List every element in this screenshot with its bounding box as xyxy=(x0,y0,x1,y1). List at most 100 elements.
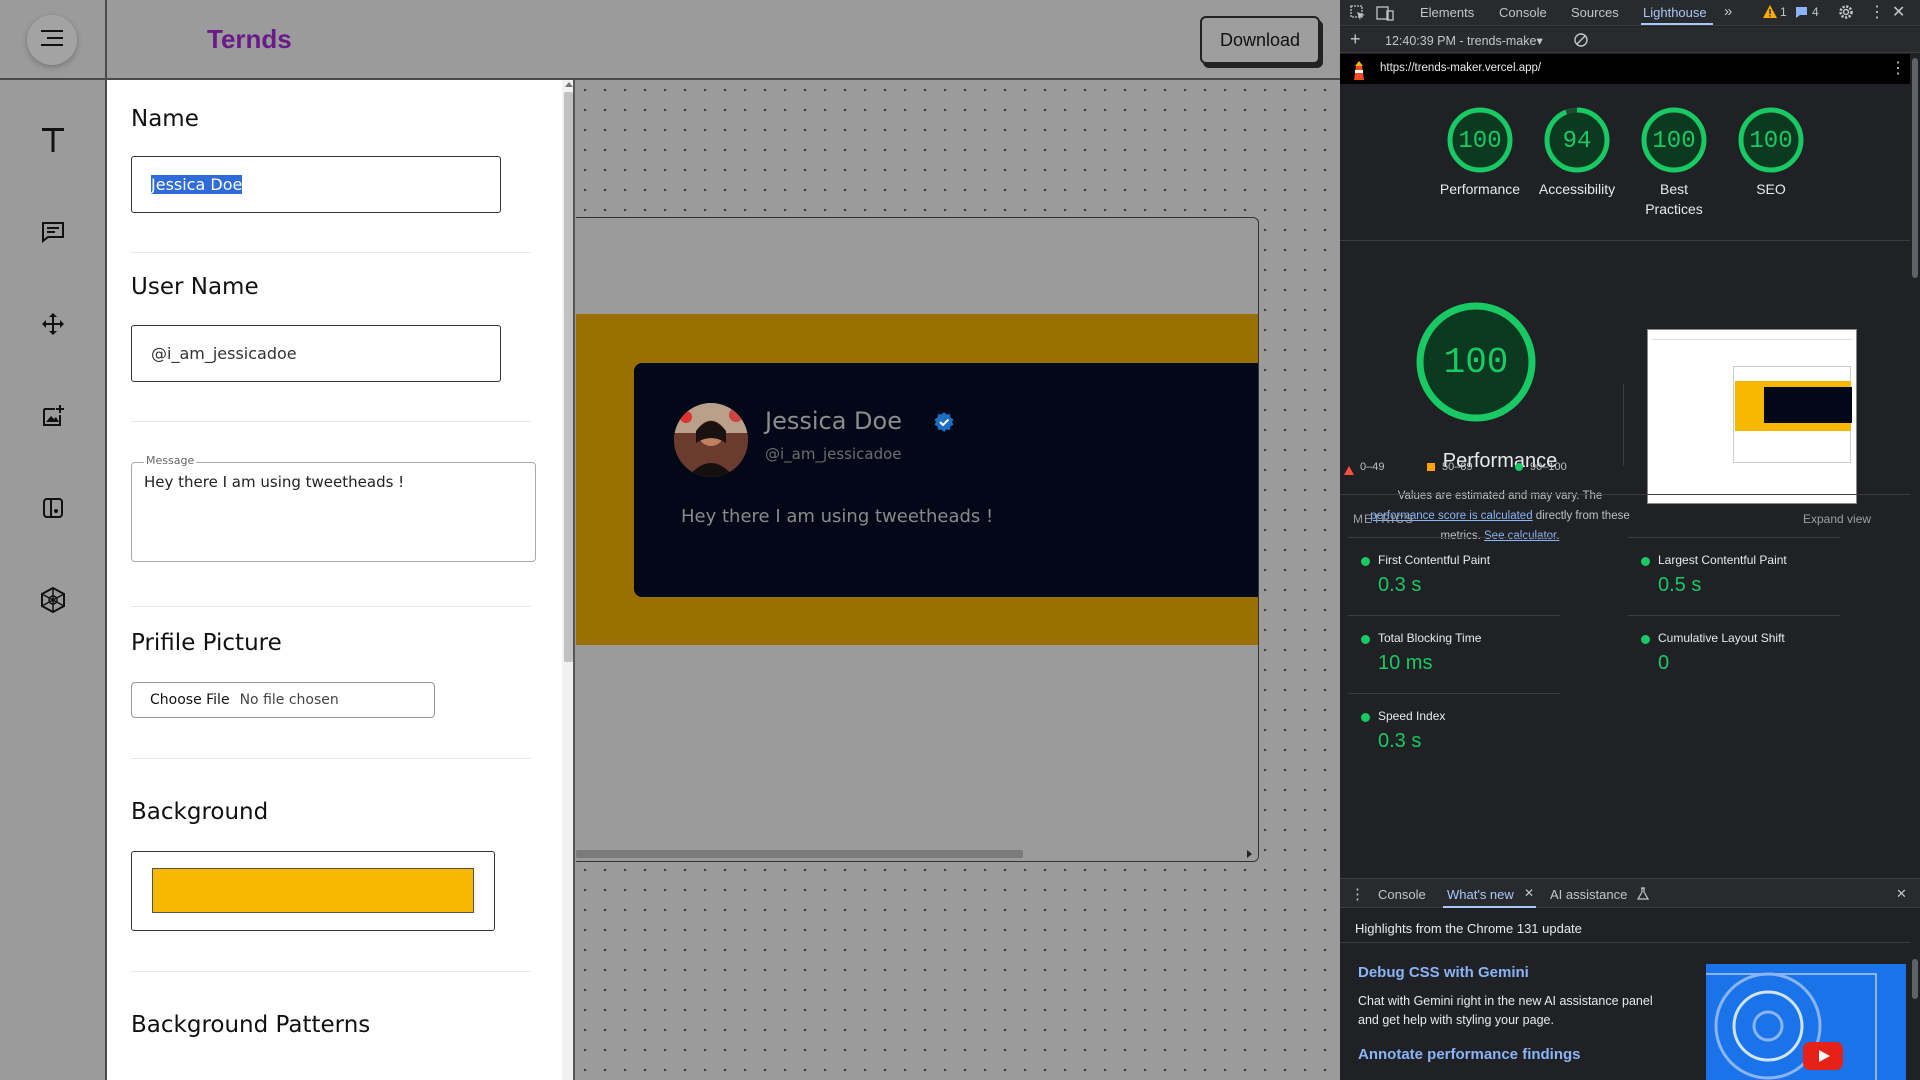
whats-new-video-thumbnail[interactable] xyxy=(1706,964,1906,1080)
trends-app: Ternds Download Name Jessica Doe User Na… xyxy=(0,0,1340,1080)
tweet-username: @i_am_jessicadoe xyxy=(765,445,902,463)
image-tool-button[interactable] xyxy=(33,398,73,438)
score-gauge-best-practices[interactable]: 100 xyxy=(1640,106,1708,174)
report-scrollbar[interactable] xyxy=(1910,54,1920,878)
score-label: SEO xyxy=(1756,181,1786,197)
section-divider xyxy=(1340,942,1910,943)
section-divider xyxy=(131,252,531,253)
close-devtools-icon[interactable]: ✕ xyxy=(1892,2,1905,22)
whats-new-panel: Highlights from the Chrome 131 update De… xyxy=(1340,908,1920,1080)
form-scrollbar-thumb[interactable] xyxy=(564,92,573,662)
flask-icon xyxy=(1636,887,1650,905)
section-divider xyxy=(131,606,531,607)
vertical-divider xyxy=(1623,384,1624,466)
lighthouse-toolbar: + 12:40:39 PM - trends-make▾ xyxy=(1340,27,1920,53)
verified-badge-icon xyxy=(933,411,955,438)
drawer-scrollbar-thumb[interactable] xyxy=(1912,959,1918,999)
username-input[interactable]: @i_am_jessicadoe xyxy=(131,325,501,382)
youtube-play-icon[interactable] xyxy=(1803,1042,1843,1075)
report-url: https://trends-maker.vercel.app/ xyxy=(1380,62,1542,74)
background-heading: Background xyxy=(131,799,269,825)
feature-description: Chat with Gemini right in the new AI ass… xyxy=(1358,994,1653,1027)
report-scrollbar-thumb[interactable] xyxy=(1912,58,1918,278)
metric-largest-contentful-paint: Largest Contentful Paint 0.5 s xyxy=(1628,537,1840,615)
background-color-swatch[interactable] xyxy=(152,868,474,913)
tweet-card: Jessica Doe @i_am_jessicadoe Hey there I… xyxy=(634,363,1258,597)
score-label: Best Practices xyxy=(1645,181,1703,217)
profile-picture-file-input[interactable]: Choose File No file chosen xyxy=(131,682,435,718)
move-tool-button[interactable] xyxy=(33,306,73,346)
more-options-icon[interactable]: ⋮ xyxy=(1869,2,1885,22)
menu-icon xyxy=(41,29,63,51)
warning-icon[interactable] xyxy=(1763,5,1777,23)
issues-count[interactable]: 4 xyxy=(1812,5,1819,19)
text-tool-button[interactable] xyxy=(33,122,73,162)
metric-value: 10 ms xyxy=(1378,652,1433,674)
expand-view-toggle[interactable]: Expand view xyxy=(1803,512,1871,526)
close-drawer-icon[interactable]: ✕ xyxy=(1896,886,1907,902)
metric-value: 0.5 s xyxy=(1658,574,1702,596)
message-tool-button[interactable] xyxy=(33,214,73,254)
drawer-tab-bar: ⋮ Console What's new ✕ AI assistance ✕ xyxy=(1340,878,1920,908)
drawer-menu-icon[interactable]: ⋮ xyxy=(1350,885,1365,903)
preview-scrollbar-thumb[interactable] xyxy=(576,850,1023,858)
thumb-preview xyxy=(1733,366,1852,463)
avatar xyxy=(674,403,748,477)
tweet-message: Hey there I am using tweetheads ! xyxy=(681,506,994,527)
style-tool-button[interactable] xyxy=(33,490,73,530)
message-textarea[interactable]: Hey there I am using tweetheads ! xyxy=(131,462,536,562)
scroll-up-arrow-icon[interactable] xyxy=(565,82,573,87)
topbar-divider xyxy=(105,0,107,80)
score-gauge-accessibility[interactable]: 94 xyxy=(1543,106,1611,174)
drawer-tab-ai-assistance[interactable]: AI assistance xyxy=(1550,887,1627,902)
inspect-element-icon[interactable] xyxy=(1350,5,1366,26)
tab-console[interactable]: Console xyxy=(1499,5,1547,20)
devtools-panel: Elements Console Sources Lighthouse » 1 … xyxy=(1340,0,1920,1080)
settings-gear-icon[interactable] xyxy=(1838,4,1854,25)
feature-link-debug-css[interactable]: Debug CSS with Gemini xyxy=(1358,964,1529,981)
metric-name: Largest Contentful Paint xyxy=(1658,553,1787,567)
report-menu-icon[interactable]: ⋮ xyxy=(1890,58,1906,78)
drawer-tab-console[interactable]: Console xyxy=(1378,887,1426,902)
report-selector[interactable]: 12:40:39 PM - trends-make▾ xyxy=(1385,33,1543,48)
page-screenshot-thumbnail[interactable] xyxy=(1647,329,1857,504)
menu-button[interactable] xyxy=(27,15,77,65)
drawer-tab-whats-new[interactable]: What's new xyxy=(1447,887,1514,902)
score-value: 100 xyxy=(1458,128,1502,155)
metric-first-contentful-paint: First Contentful Paint 0.3 s xyxy=(1348,537,1560,615)
background-color-picker[interactable] xyxy=(131,851,495,931)
section-divider xyxy=(131,758,531,759)
move-arrows-icon xyxy=(41,312,65,341)
devtools-tab-bar: Elements Console Sources Lighthouse » 1 … xyxy=(1340,0,1920,26)
form-scrollbar[interactable] xyxy=(562,80,573,1080)
palette-icon xyxy=(41,496,65,525)
name-input[interactable]: Jessica Doe xyxy=(131,156,501,213)
tab-elements[interactable]: Elements xyxy=(1420,5,1474,20)
clear-reports-icon[interactable] xyxy=(1574,33,1588,52)
score-label: Performance xyxy=(1439,181,1521,197)
warning-count[interactable]: 1 xyxy=(1780,5,1787,19)
more-tabs-chevron-icon[interactable]: » xyxy=(1724,3,1732,20)
new-report-plus-icon[interactable]: + xyxy=(1350,29,1361,50)
preview-horizontal-scrollbar[interactable] xyxy=(576,846,1258,861)
choose-file-button[interactable]: Choose File xyxy=(150,692,230,708)
metric-name: Total Blocking Time xyxy=(1378,631,1482,645)
pattern-tool-button[interactable] xyxy=(33,582,73,622)
message-textarea-value: Hey there I am using tweetheads ! xyxy=(144,473,405,491)
device-toolbar-icon[interactable] xyxy=(1376,5,1394,26)
feature-link-annotate[interactable]: Annotate performance findings xyxy=(1358,1046,1581,1063)
username-heading: User Name xyxy=(131,274,259,300)
score-gauge-performance[interactable]: 100 xyxy=(1446,106,1514,174)
scroll-right-arrow-icon[interactable] xyxy=(1247,850,1252,858)
issues-icon[interactable] xyxy=(1795,6,1808,24)
file-status-text: No file chosen xyxy=(239,692,339,708)
close-tab-icon[interactable]: ✕ xyxy=(1524,886,1534,900)
score-gauge-seo[interactable]: 100 xyxy=(1737,106,1805,174)
tab-sources[interactable]: Sources xyxy=(1571,5,1619,20)
metric-good-dot-icon xyxy=(1361,713,1370,722)
drawer-scrollbar[interactable] xyxy=(1910,953,1920,1080)
tab-lighthouse[interactable]: Lighthouse xyxy=(1643,5,1707,20)
legend-poor: 0–49 xyxy=(1360,461,1385,473)
name-heading: Name xyxy=(131,106,199,132)
download-button[interactable]: Download xyxy=(1200,16,1320,64)
